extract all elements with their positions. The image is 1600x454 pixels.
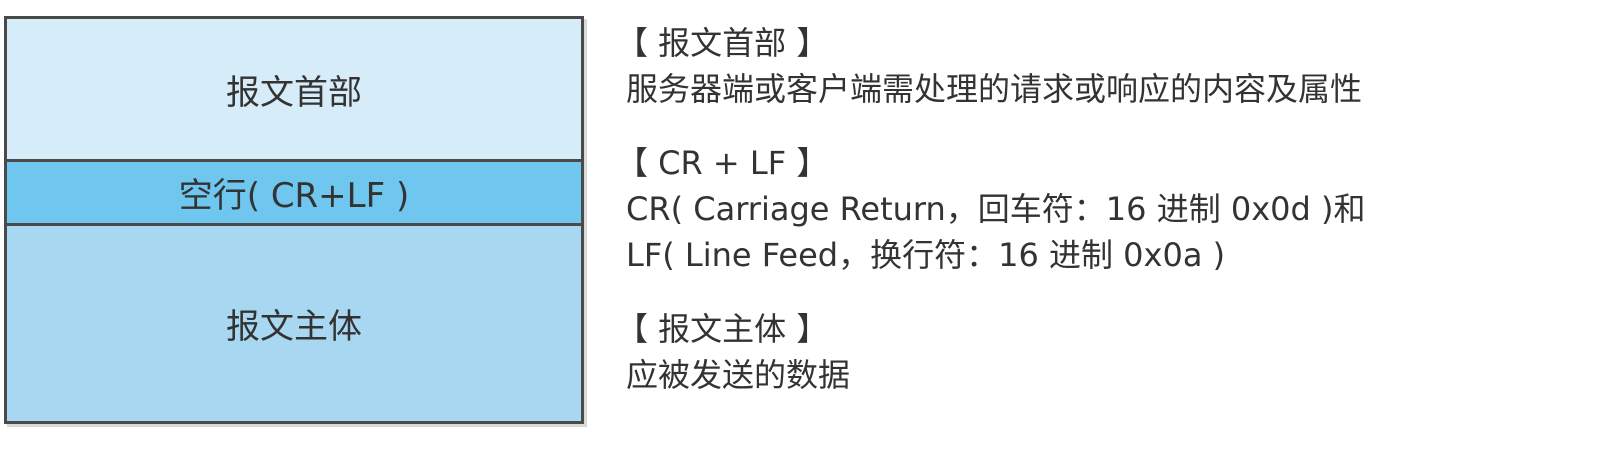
http-message-structure-diagram: 报文首部 空行( CR+LF ) 报文主体 【 报文首部 】 服务器端或客户端需… [0, 0, 1600, 454]
note-header: 【 报文首部 】 服务器端或客户端需处理的请求或响应的内容及属性 [616, 20, 1586, 112]
note-header-desc: 服务器端或客户端需处理的请求或响应的内容及属性 [626, 70, 1363, 108]
note-crlf-desc-cr: CR( Carriage Return，回车符：16 进制 0x0d )和 [626, 190, 1366, 228]
message-structure-box: 报文首部 空行( CR+LF ) 报文主体 [4, 16, 584, 424]
note-body-title: 【 报文主体 】 [616, 310, 829, 348]
note-header-title: 【 报文首部 】 [616, 24, 829, 62]
note-crlf-title: 【 CR + LF 】 [616, 144, 829, 182]
explanations-panel: 【 报文首部 】 服务器端或客户端需处理的请求或响应的内容及属性 【 CR + … [616, 20, 1586, 398]
blank-line-section: 空行( CR+LF ) [7, 159, 581, 226]
note-body-desc: 应被发送的数据 [626, 356, 851, 394]
note-crlf: 【 CR + LF 】 CR( Carriage Return，回车符：16 进… [616, 140, 1586, 278]
message-body-label: 报文主体 [226, 307, 362, 347]
blank-line-label: 空行( CR+LF ) [178, 176, 410, 216]
message-body-section: 报文主体 [7, 226, 581, 421]
message-header-section: 报文首部 [7, 19, 581, 159]
note-body: 【 报文主体 】 应被发送的数据 [616, 306, 1586, 398]
message-header-label: 报文首部 [226, 72, 362, 113]
note-crlf-desc-lf: LF( Line Feed，换行符：16 进制 0x0a ) [626, 236, 1226, 274]
